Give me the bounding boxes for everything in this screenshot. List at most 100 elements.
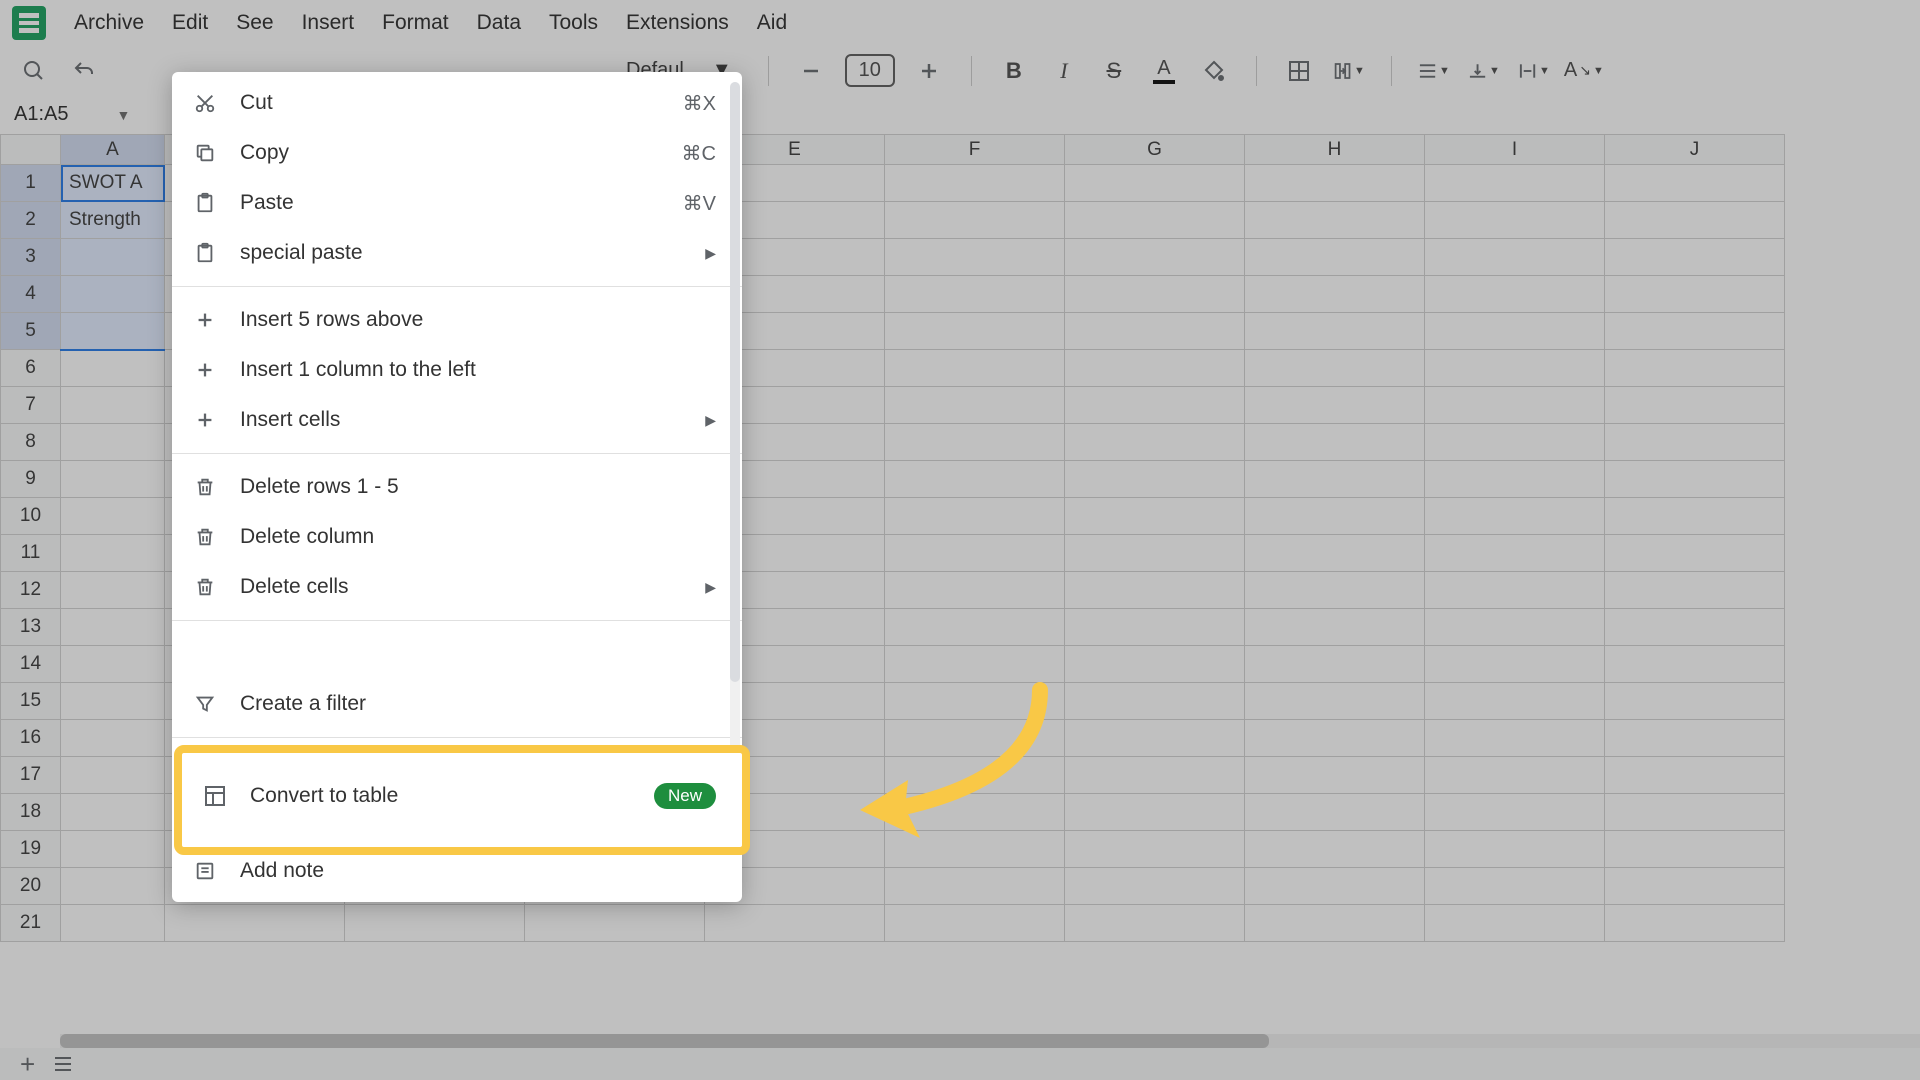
cell-A21[interactable] — [61, 905, 165, 942]
cell-F10[interactable] — [885, 498, 1065, 535]
row-header-11[interactable]: 11 — [1, 535, 61, 572]
cell-H2[interactable] — [1245, 202, 1425, 239]
cell-F9[interactable] — [885, 461, 1065, 498]
cell-H3[interactable] — [1245, 239, 1425, 276]
cell-A16[interactable] — [61, 720, 165, 757]
menu-item-create-a-filter[interactable]: Create a filter — [172, 679, 742, 729]
cell-J12[interactable] — [1605, 572, 1785, 609]
cell-F17[interactable] — [885, 757, 1065, 794]
cell-H10[interactable] — [1245, 498, 1425, 535]
row-header-6[interactable]: 6 — [1, 350, 61, 387]
menu-insert[interactable]: Insert — [302, 11, 355, 35]
scrollbar-thumb[interactable] — [60, 1034, 1269, 1048]
cell-A20[interactable] — [61, 868, 165, 905]
cell-H6[interactable] — [1245, 350, 1425, 387]
cell-G2[interactable] — [1065, 202, 1245, 239]
text-color-icon[interactable]: A — [1148, 55, 1180, 87]
cell-F18[interactable] — [885, 794, 1065, 831]
cell-I4[interactable] — [1425, 276, 1605, 313]
v-align-icon[interactable]: ▼ — [1468, 55, 1500, 87]
cell-J11[interactable] — [1605, 535, 1785, 572]
h-align-icon[interactable]: ▼ — [1418, 55, 1450, 87]
cell-A8[interactable] — [61, 424, 165, 461]
cell-I10[interactable] — [1425, 498, 1605, 535]
menu-see[interactable]: See — [236, 11, 273, 35]
menu-item-add-note[interactable]: Add note — [172, 846, 742, 896]
cell-J9[interactable] — [1605, 461, 1785, 498]
cell-J6[interactable] — [1605, 350, 1785, 387]
menu-item-delete-rows-1-5[interactable]: Delete rows 1 - 5 — [172, 462, 742, 512]
cell-G7[interactable] — [1065, 387, 1245, 424]
menu-item-insert-cells[interactable]: Insert cells▶ — [172, 395, 742, 445]
cell-G16[interactable] — [1065, 720, 1245, 757]
cell-H9[interactable] — [1245, 461, 1425, 498]
cell-A1[interactable]: SWOT A — [61, 165, 165, 202]
decrease-font-icon[interactable] — [795, 55, 827, 87]
cell-I12[interactable] — [1425, 572, 1605, 609]
cell-G18[interactable] — [1065, 794, 1245, 831]
cell-A17[interactable] — [61, 757, 165, 794]
menu-item-insert-1-column-to-the-left[interactable]: Insert 1 column to the left — [172, 345, 742, 395]
cell-A13[interactable] — [61, 609, 165, 646]
column-header-F[interactable]: F — [885, 135, 1065, 165]
cell-H4[interactable] — [1245, 276, 1425, 313]
cell-G13[interactable] — [1065, 609, 1245, 646]
cell-J4[interactable] — [1605, 276, 1785, 313]
cell-F8[interactable] — [885, 424, 1065, 461]
cell-I17[interactable] — [1425, 757, 1605, 794]
cell-H1[interactable] — [1245, 165, 1425, 202]
cell-J18[interactable] — [1605, 794, 1785, 831]
menu-item-cut[interactable]: Cut⌘X — [172, 78, 742, 128]
cell-G17[interactable] — [1065, 757, 1245, 794]
cell-I13[interactable] — [1425, 609, 1605, 646]
cell-A15[interactable] — [61, 683, 165, 720]
italic-icon[interactable]: I — [1048, 55, 1080, 87]
menu-item-special-paste[interactable]: special paste▶ — [172, 228, 742, 278]
merge-cells-icon[interactable]: ▼ — [1333, 55, 1365, 87]
cell-I14[interactable] — [1425, 646, 1605, 683]
cell-A10[interactable] — [61, 498, 165, 535]
row-header-9[interactable]: 9 — [1, 461, 61, 498]
cell-J14[interactable] — [1605, 646, 1785, 683]
cell-A18[interactable] — [61, 794, 165, 831]
cell-G6[interactable] — [1065, 350, 1245, 387]
cell-I20[interactable] — [1425, 868, 1605, 905]
cell-J5[interactable] — [1605, 313, 1785, 350]
menu-aid[interactable]: Aid — [757, 11, 787, 35]
cell-J8[interactable] — [1605, 424, 1785, 461]
cell-G3[interactable] — [1065, 239, 1245, 276]
row-header-3[interactable]: 3 — [1, 239, 61, 276]
cell-H18[interactable] — [1245, 794, 1425, 831]
cell-I8[interactable] — [1425, 424, 1605, 461]
cell-F3[interactable] — [885, 239, 1065, 276]
column-header-I[interactable]: I — [1425, 135, 1605, 165]
cell-F15[interactable] — [885, 683, 1065, 720]
row-header-19[interactable]: 19 — [1, 831, 61, 868]
cell-F11[interactable] — [885, 535, 1065, 572]
cell-G10[interactable] — [1065, 498, 1245, 535]
cell-A7[interactable] — [61, 387, 165, 424]
row-header-21[interactable]: 21 — [1, 905, 61, 942]
cell-I18[interactable] — [1425, 794, 1605, 831]
cell-G19[interactable] — [1065, 831, 1245, 868]
cell-F5[interactable] — [885, 313, 1065, 350]
cell-E21[interactable] — [705, 905, 885, 942]
cell-G12[interactable] — [1065, 572, 1245, 609]
cell-F12[interactable] — [885, 572, 1065, 609]
menu-edit[interactable]: Edit — [172, 11, 208, 35]
row-header-16[interactable]: 16 — [1, 720, 61, 757]
cell-H20[interactable] — [1245, 868, 1425, 905]
column-header-J[interactable]: J — [1605, 135, 1785, 165]
cell-F16[interactable] — [885, 720, 1065, 757]
cell-A11[interactable] — [61, 535, 165, 572]
cell-H5[interactable] — [1245, 313, 1425, 350]
row-header-7[interactable]: 7 — [1, 387, 61, 424]
row-header-10[interactable]: 10 — [1, 498, 61, 535]
cell-I11[interactable] — [1425, 535, 1605, 572]
cell-I21[interactable] — [1425, 905, 1605, 942]
cell-I6[interactable] — [1425, 350, 1605, 387]
cell-F14[interactable] — [885, 646, 1065, 683]
cell-G4[interactable] — [1065, 276, 1245, 313]
cell-G8[interactable] — [1065, 424, 1245, 461]
add-sheet-icon[interactable]: + — [20, 1049, 35, 1080]
